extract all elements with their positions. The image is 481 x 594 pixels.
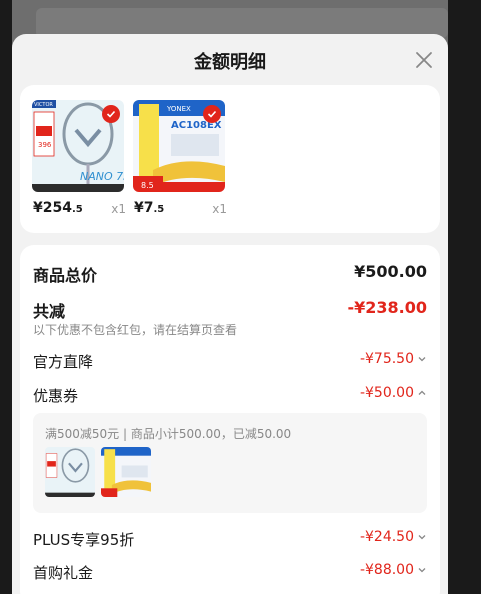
chevron-down-icon[interactable] bbox=[417, 354, 427, 364]
racket-thumbnail-image bbox=[45, 447, 95, 497]
discount-row[interactable]: 首购礼金 -¥88.00 bbox=[33, 562, 427, 582]
coupon-detail-box: 满500减50元 | 商品小计500.00，已减50.00 bbox=[33, 413, 427, 513]
sheet-title: 金额明细 bbox=[194, 52, 266, 73]
discount-value: -¥24.50 bbox=[360, 529, 427, 545]
discount-value: -¥50.00 bbox=[360, 385, 427, 401]
product-price: ¥254.5 bbox=[33, 200, 83, 216]
selected-check[interactable] bbox=[203, 105, 221, 123]
coupon-detail-text: 满500减50元 | 商品小计500.00，已减50.00 bbox=[45, 427, 292, 441]
product-price-row: ¥254.5 x1 bbox=[32, 200, 126, 218]
discount-value: -¥88.00 bbox=[360, 562, 427, 578]
discount-label: 官方直降 bbox=[33, 353, 94, 371]
coupon-product-thumb bbox=[101, 447, 151, 497]
discount-row[interactable]: 优惠券 -¥50.00 bbox=[33, 385, 427, 405]
price-detail-card: 商品总价 ¥500.00 共减 -¥238.00 以下优惠不包含红包，请在结算页… bbox=[20, 245, 440, 594]
product-thumbnail[interactable]: YONEX AC108EX 8.5 bbox=[133, 100, 225, 192]
discount-value: -¥75.50 bbox=[360, 351, 427, 367]
grip-thumbnail-image bbox=[101, 447, 151, 497]
products-card: VICTOR 396 NANO 7SP ¥254.5 x1 bbox=[20, 85, 440, 233]
total-row: 商品总价 ¥500.00 bbox=[33, 262, 427, 285]
product-thumbnail[interactable]: VICTOR 396 NANO 7SP bbox=[32, 100, 124, 192]
product-quantity: x1 bbox=[111, 202, 126, 216]
total-value: ¥500.00 bbox=[354, 262, 427, 281]
discount-label: 首购礼金 bbox=[33, 564, 94, 582]
discount-row[interactable]: 官方直降 -¥75.50 bbox=[33, 351, 427, 371]
chevron-up-icon[interactable] bbox=[417, 388, 427, 398]
product-item[interactable]: YONEX AC108EX 8.5 ¥7.5 x1 bbox=[133, 100, 227, 216]
product-price-row: ¥7.5 x1 bbox=[133, 200, 227, 218]
reduce-label: 共减 bbox=[33, 302, 66, 321]
total-label: 商品总价 bbox=[33, 266, 98, 285]
discount-label: PLUS专享95折 bbox=[33, 531, 135, 549]
product-item[interactable]: VICTOR 396 NANO 7SP ¥254.5 x1 bbox=[32, 100, 126, 216]
racket-model: NANO 7SP bbox=[80, 170, 124, 183]
check-icon bbox=[207, 110, 217, 118]
close-button[interactable] bbox=[414, 50, 434, 70]
reduce-note: 以下优惠不包含红包，请在结算页查看 bbox=[33, 323, 238, 337]
brand-mark: VICTOR bbox=[34, 102, 53, 108]
amount-detail-sheet: 金额明细 VICTOR 396 NANO 7SP bbox=[12, 34, 448, 594]
discount-row[interactable]: PLUS专享95折 -¥24.50 bbox=[33, 529, 427, 549]
reduce-row: 共减 -¥238.00 bbox=[33, 298, 427, 321]
product-quantity: x1 bbox=[212, 202, 227, 216]
discount-label: 优惠券 bbox=[33, 387, 79, 405]
coupon-product-thumb bbox=[45, 447, 95, 497]
product-price: ¥7.5 bbox=[134, 200, 165, 216]
price-badge: 8.5 bbox=[141, 181, 154, 190]
check-icon bbox=[106, 110, 116, 118]
chevron-down-icon[interactable] bbox=[417, 532, 427, 542]
chevron-down-icon[interactable] bbox=[417, 565, 427, 575]
selected-check[interactable] bbox=[102, 105, 120, 123]
reduce-value: -¥238.00 bbox=[347, 298, 427, 317]
close-icon bbox=[416, 52, 432, 68]
price-badge: 396 bbox=[38, 141, 52, 149]
brand-mark: YONEX bbox=[166, 105, 191, 113]
